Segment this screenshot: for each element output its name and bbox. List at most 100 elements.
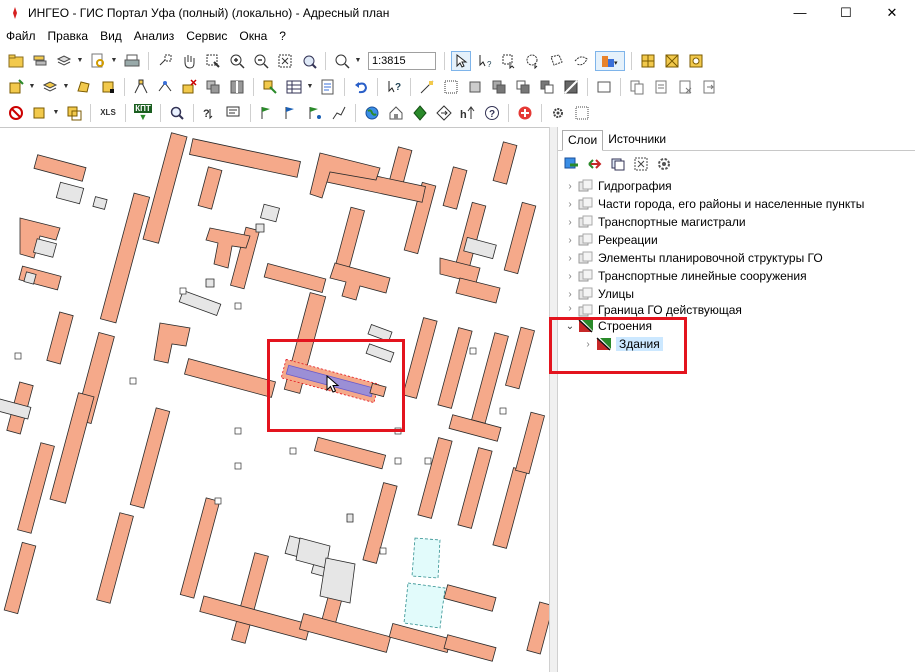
- layer-row[interactable]: › Элементы планировочной структуры ГО: [564, 249, 915, 267]
- intersect-icon[interactable]: [513, 77, 533, 97]
- split-objects-icon[interactable]: [227, 77, 247, 97]
- building-shape[interactable]: [492, 141, 518, 185]
- chevron-down-icon[interactable]: ▼: [354, 51, 362, 71]
- menu-service[interactable]: Сервис: [180, 29, 233, 43]
- open-folder-icon[interactable]: [6, 51, 26, 71]
- building-shape[interactable]: [184, 358, 276, 398]
- chevron-down-icon[interactable]: ▼: [76, 51, 84, 71]
- cyan-building-shape[interactable]: [411, 537, 441, 579]
- properties-icon[interactable]: [318, 77, 338, 97]
- building-shape[interactable]: [96, 512, 134, 604]
- chevron-right-icon[interactable]: ›: [564, 199, 576, 210]
- clear-objects-icon[interactable]: [675, 77, 695, 97]
- paste-objects-icon[interactable]: [651, 77, 671, 97]
- small-structure-shape[interactable]: [234, 462, 242, 470]
- small-structure-shape[interactable]: [234, 302, 242, 310]
- small-structure-shape[interactable]: [499, 407, 507, 415]
- small-structure-shape[interactable]: [14, 352, 22, 360]
- zoom-previous-icon[interactable]: [299, 51, 319, 71]
- layer-row[interactable]: › Гидрография: [564, 177, 915, 195]
- menu-windows[interactable]: Окна: [233, 29, 273, 43]
- snap-edge-icon[interactable]: [686, 51, 706, 71]
- polygon-edit-icon[interactable]: [74, 77, 94, 97]
- layer-style-icon[interactable]: ▾: [595, 50, 625, 71]
- minimize-button[interactable]: —: [777, 0, 823, 25]
- route-via-icon[interactable]: [305, 103, 325, 123]
- measure-icon[interactable]: [441, 77, 461, 97]
- outbuilding-shape[interactable]: [260, 203, 280, 223]
- tab-layers[interactable]: Слои: [562, 130, 604, 151]
- table-icon[interactable]: [284, 77, 304, 97]
- building-shape[interactable]: [3, 541, 37, 615]
- search-icon[interactable]: [167, 103, 187, 123]
- building-shape[interactable]: [197, 166, 223, 210]
- building-shape[interactable]: [335, 206, 365, 270]
- layer-row-expanded[interactable]: ⌄ Строения: [564, 317, 915, 335]
- outbuilding-shape[interactable]: [23, 271, 37, 285]
- query-info-icon[interactable]: ?: [384, 77, 404, 97]
- building-shape[interactable]: [402, 317, 438, 399]
- clip-icon[interactable]: [561, 77, 581, 97]
- outbuilding-shape[interactable]: [55, 181, 85, 205]
- select-rect-icon[interactable]: [499, 51, 519, 71]
- layer-row[interactable]: › Части города, его районы и населенные п…: [564, 195, 915, 213]
- outbuilding-shape[interactable]: [33, 238, 57, 258]
- chevron-down-icon[interactable]: ▼: [110, 51, 118, 71]
- layer-row[interactable]: › Граница ГО действующая: [564, 303, 915, 317]
- pan-hand-icon[interactable]: [179, 51, 199, 71]
- merge-objects-icon[interactable]: [203, 77, 223, 97]
- select-lasso-icon[interactable]: [571, 51, 591, 71]
- building-shape[interactable]: [515, 411, 545, 475]
- building-shape[interactable]: [443, 634, 497, 662]
- outbuilding-shape[interactable]: [346, 513, 354, 523]
- select-polygon-icon[interactable]: [547, 51, 567, 71]
- chevron-down-icon[interactable]: ▼: [306, 77, 314, 97]
- menu-view[interactable]: Вид: [94, 29, 128, 43]
- outbuilding-shape[interactable]: [255, 223, 265, 233]
- building-shape[interactable]: [189, 138, 301, 178]
- layer-row[interactable]: › Рекреации: [564, 231, 915, 249]
- kpt-download-icon[interactable]: КПТ ▼: [132, 103, 154, 123]
- outbuilding-shape[interactable]: [92, 196, 108, 210]
- small-structure-shape[interactable]: [234, 427, 242, 435]
- export-objects-icon[interactable]: [699, 77, 719, 97]
- building-shape[interactable]: [263, 263, 327, 293]
- building-shape[interactable]: [455, 277, 501, 304]
- difference-icon[interactable]: [537, 77, 557, 97]
- layer-swap-icon[interactable]: [585, 154, 605, 174]
- zoom-extent-icon[interactable]: [275, 51, 295, 71]
- route-end-icon[interactable]: [281, 103, 301, 123]
- map-buildings-layer[interactable]: [0, 128, 549, 672]
- query-pointer-icon[interactable]: ?: [200, 103, 220, 123]
- help-icon[interactable]: ?: [482, 103, 502, 123]
- layer-copy-icon[interactable]: [608, 154, 628, 174]
- building-shape[interactable]: [99, 192, 151, 324]
- scale-input[interactable]: [368, 51, 436, 70]
- small-structure-shape[interactable]: [394, 457, 402, 465]
- building-shape[interactable]: [443, 584, 497, 612]
- building-shape[interactable]: [313, 436, 387, 470]
- chevron-right-icon[interactable]: ›: [564, 271, 576, 282]
- menu-edit[interactable]: Правка: [42, 29, 95, 43]
- print-icon[interactable]: [122, 51, 142, 71]
- building-shape[interactable]: [142, 132, 188, 244]
- chevron-right-icon[interactable]: ›: [564, 217, 576, 228]
- building-shape[interactable]: [17, 442, 55, 534]
- home-icon[interactable]: [386, 103, 406, 123]
- panel-splitter[interactable]: [549, 127, 558, 672]
- chevron-down-icon[interactable]: ▼: [28, 77, 36, 97]
- building-shape[interactable]: [417, 437, 453, 519]
- building-shape[interactable]: [179, 497, 221, 599]
- route-build-icon[interactable]: [329, 103, 349, 123]
- menu-analysis[interactable]: Анализ: [128, 29, 181, 43]
- height-icon[interactable]: h: [458, 103, 478, 123]
- layer-row[interactable]: › Улицы: [564, 285, 915, 303]
- snap-grid-icon[interactable]: [638, 51, 658, 71]
- vertex-move-icon[interactable]: [155, 77, 175, 97]
- layer-tools-icon[interactable]: [30, 103, 50, 123]
- xls-export-icon[interactable]: XLS: [97, 103, 119, 123]
- grid-settings-icon[interactable]: [572, 103, 592, 123]
- route-start-icon[interactable]: [257, 103, 277, 123]
- draw-line-icon[interactable]: [417, 77, 437, 97]
- building-shape[interactable]: [437, 327, 473, 409]
